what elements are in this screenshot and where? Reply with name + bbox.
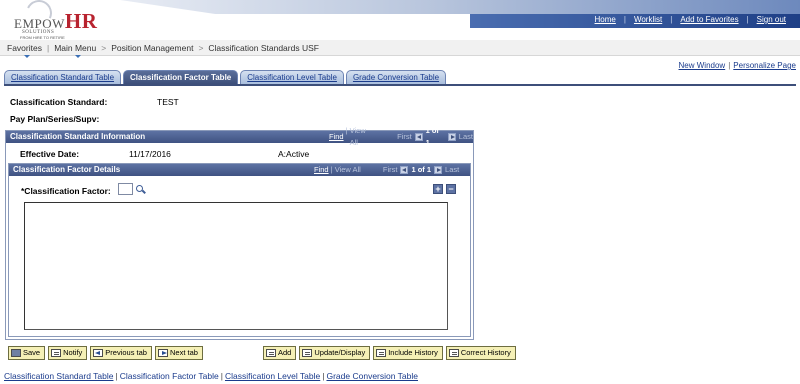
bottom-link-grade-conversion-table[interactable]: Grade Conversion Table: [326, 371, 418, 381]
tab-classification-factor-table[interactable]: Classification Factor Table: [123, 70, 239, 84]
last-label: Last: [445, 165, 460, 174]
factor-details-header: Classification Factor Details Find | Vie…: [9, 164, 470, 176]
row-counter: 1 of 1: [425, 126, 439, 147]
app-header: EMPOWHR SOLUTIONS FROM HIRE TO RETIRE Ho…: [0, 0, 800, 40]
breadcrumb-favorites[interactable]: Favorites: [2, 43, 47, 58]
previous-tab-icon: [93, 349, 104, 357]
effective-date-label: Effective Date:: [20, 149, 80, 159]
new-window-link[interactable]: New Window: [679, 61, 726, 70]
save-icon: [11, 349, 21, 357]
toolbar-left: Save Notify Previous tab Next tab: [8, 346, 203, 360]
empowhr-logo[interactable]: EMPOWHR SOLUTIONS FROM HIRE TO RETIRE: [4, 0, 114, 40]
view-all-link[interactable]: View All: [350, 125, 376, 149]
page-tabs: Classification Standard Table Classifica…: [4, 70, 447, 84]
breadcrumb-main-menu[interactable]: Main Menu: [49, 43, 101, 58]
classification-standard-label: Classification Standard:: [10, 97, 108, 107]
previous-row-button[interactable]: [414, 133, 423, 141]
correct-history-button[interactable]: Correct History: [445, 346, 516, 360]
tab-underline: [4, 84, 796, 86]
classification-factor-input[interactable]: [118, 183, 133, 195]
standard-information-header: Classification Standard Information Find…: [6, 126, 473, 147]
standard-information-navigation: Find | View All First 1 of 1 Last: [329, 126, 473, 147]
delete-row-button[interactable]: −: [446, 184, 456, 194]
tab-classification-standard-table[interactable]: Classification Standard Table: [4, 70, 122, 84]
add-row-button[interactable]: +: [433, 184, 443, 194]
previous-tab-button[interactable]: Previous tab: [90, 346, 152, 360]
add-to-favorites-link[interactable]: Add to Favorites: [672, 15, 746, 24]
factor-details-grid: Classification Factor Details Find | Vie…: [8, 163, 471, 337]
standard-information-grid: Classification Standard Information Find…: [5, 126, 474, 340]
factor-details-navigation: Find | View All First 1 of 1 Last: [314, 164, 460, 176]
add-icon: [266, 349, 276, 357]
classification-factor-label: *Classification Factor:: [21, 186, 111, 196]
update-display-button[interactable]: Update/Display: [299, 346, 371, 360]
next-tab-icon: [157, 349, 168, 357]
sign-out-link[interactable]: Sign out: [749, 15, 794, 24]
classification-standard-value: TEST: [157, 97, 179, 107]
bottom-link-standard-table[interactable]: Classification Standard Table: [4, 371, 113, 381]
row-counter: 1 of 1: [411, 165, 432, 174]
notify-button[interactable]: Notify: [48, 346, 88, 360]
find-link[interactable]: Find: [314, 164, 329, 176]
effective-date-value: 11/17/2016: [129, 149, 171, 159]
toolbar-right: Add Update/Display Include History Corre…: [263, 346, 516, 360]
dropdown-arrow-icon: [24, 54, 31, 58]
pay-plan-label: Pay Plan/Series/Supv:: [10, 114, 100, 124]
include-history-icon: [376, 349, 387, 357]
breadcrumb: Favorites | Main Menu > Position Managem…: [0, 40, 800, 58]
include-history-button[interactable]: Include History: [373, 346, 443, 360]
add-button[interactable]: Add: [263, 346, 297, 360]
next-row-button[interactable]: [447, 133, 456, 141]
bottom-page-links: Classification Standard Table | Classifica…: [4, 371, 418, 381]
header-links: Home | Worklist | Add to Favorites | Sign o…: [587, 15, 794, 24]
factor-details-title: Classification Factor Details: [13, 165, 121, 174]
notify-icon: [51, 349, 62, 357]
update-display-icon: [302, 349, 313, 357]
find-link[interactable]: Find: [329, 131, 344, 143]
status-value: A:Active: [278, 149, 310, 159]
first-label: First: [382, 165, 398, 174]
classification-factor-description[interactable]: [24, 202, 448, 330]
header-decor-band: [120, 0, 800, 14]
first-label: First: [397, 132, 412, 141]
next-tab-button[interactable]: Next tab: [154, 346, 203, 360]
last-label: Last: [458, 132, 473, 141]
save-button[interactable]: Save: [8, 346, 46, 360]
bottom-link-level-table[interactable]: Classification Level Table: [225, 371, 320, 381]
breadcrumb-current-page: Classification Standards USF: [208, 42, 319, 53]
lookup-icon[interactable]: [136, 185, 146, 195]
next-row-button[interactable]: [434, 166, 443, 174]
personalize-page-link[interactable]: Personalize Page: [733, 61, 796, 70]
bottom-link-factor-table: Classification Factor Table: [119, 371, 219, 381]
breadcrumb-position-management[interactable]: Position Management: [106, 43, 198, 53]
dropdown-arrow-icon: [75, 54, 82, 58]
tab-classification-level-table[interactable]: Classification Level Table: [240, 70, 344, 84]
window-links: New Window | Personalize Page: [678, 61, 796, 70]
correct-history-icon: [448, 349, 459, 357]
home-link[interactable]: Home: [587, 15, 624, 24]
standard-information-title: Classification Standard Information: [10, 132, 146, 141]
worklist-link[interactable]: Worklist: [626, 15, 670, 24]
previous-row-button[interactable]: [400, 166, 409, 174]
tab-grade-conversion-table[interactable]: Grade Conversion Table: [345, 70, 447, 84]
view-all-link[interactable]: View All: [335, 164, 361, 176]
